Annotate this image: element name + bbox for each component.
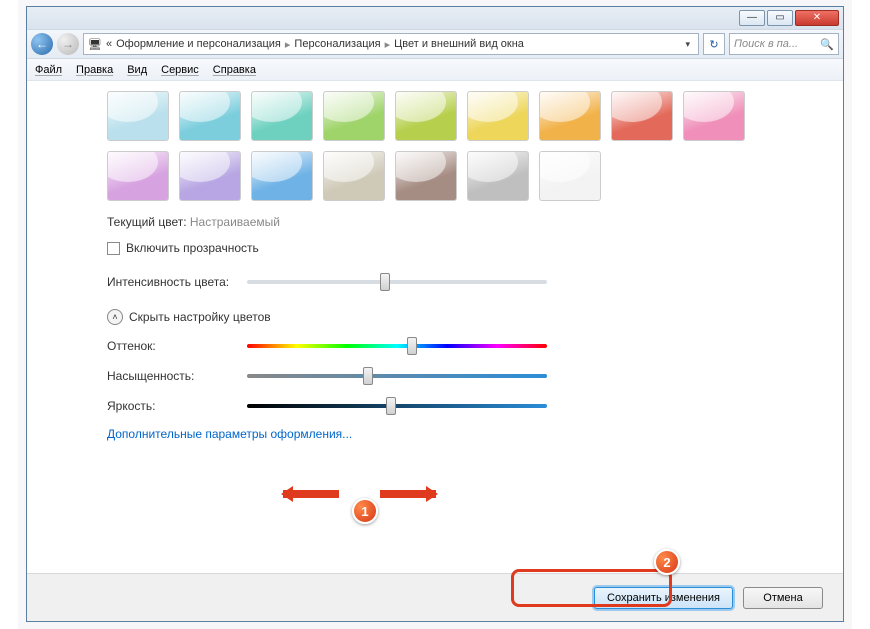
color-swatch[interactable] xyxy=(539,91,601,141)
nav-forward-button: → xyxy=(57,33,79,55)
hue-slider[interactable] xyxy=(247,337,547,355)
annotation-arrow-left xyxy=(283,490,339,498)
cancel-button[interactable]: Отмена xyxy=(743,587,823,609)
breadcrumb-personalization[interactable]: Персонализация xyxy=(294,38,380,50)
advanced-link-row: Дополнительные параметры оформления... xyxy=(107,427,823,441)
breadcrumb-prefix: « xyxy=(106,38,112,50)
annotation-marker-2: 2 xyxy=(654,549,680,575)
transparency-checkbox[interactable] xyxy=(107,242,120,255)
color-swatch[interactable] xyxy=(107,91,169,141)
brightness-row: Яркость: xyxy=(107,397,823,415)
address-row: ← → 🖥 « Оформление и персонализация ▸ Пе… xyxy=(27,29,843,59)
color-swatch[interactable] xyxy=(539,151,601,201)
saturation-label: Насыщенность: xyxy=(107,369,247,383)
color-swatch[interactable] xyxy=(107,151,169,201)
transparency-label: Включить прозрачность xyxy=(126,241,259,255)
current-color-value: Настраиваемый xyxy=(190,215,280,229)
menu-tools[interactable]: Сервис xyxy=(161,64,199,76)
hide-mixer-label: Скрыть настройку цветов xyxy=(129,310,271,324)
hue-row: Оттенок: xyxy=(107,337,823,355)
current-color-label: Текущий цвет: xyxy=(107,215,187,229)
hide-mixer-row[interactable]: ˄ Скрыть настройку цветов xyxy=(107,309,823,325)
titlebar: — ▭ ✕ xyxy=(27,7,843,29)
menu-help[interactable]: Справка xyxy=(213,64,256,76)
color-swatch[interactable] xyxy=(179,151,241,201)
dialog-footer: Сохранить изменения Отмена xyxy=(27,573,843,621)
chevron-up-icon[interactable]: ˄ xyxy=(107,309,123,325)
annotation-arrow-right xyxy=(380,490,436,498)
color-swatch[interactable] xyxy=(467,151,529,201)
saturation-slider[interactable] xyxy=(247,367,547,385)
color-swatch[interactable] xyxy=(395,151,457,201)
color-swatch[interactable] xyxy=(683,91,745,141)
maximize-button[interactable]: ▭ xyxy=(767,10,793,26)
color-swatch[interactable] xyxy=(323,151,385,201)
color-swatch[interactable] xyxy=(251,91,313,141)
intensity-slider[interactable] xyxy=(247,273,547,291)
breadcrumb-sep-icon: ▸ xyxy=(285,38,291,51)
color-swatch[interactable] xyxy=(467,91,529,141)
breadcrumb-appearance[interactable]: Оформление и персонализация xyxy=(116,38,281,50)
color-swatch[interactable] xyxy=(179,91,241,141)
menu-file[interactable]: Файл xyxy=(35,64,62,76)
close-button[interactable]: ✕ xyxy=(795,10,839,26)
color-swatch-grid xyxy=(107,91,747,201)
address-dropdown-icon[interactable]: ▾ xyxy=(681,39,694,50)
refresh-button[interactable]: ↻ xyxy=(703,33,725,55)
saturation-row: Насыщенность: xyxy=(107,367,823,385)
color-swatch[interactable] xyxy=(323,91,385,141)
search-icon: 🔍 xyxy=(820,38,834,51)
menu-edit[interactable]: Правка xyxy=(76,64,113,76)
minimize-button[interactable]: — xyxy=(739,10,765,26)
intensity-row: Интенсивность цвета: xyxy=(107,273,823,291)
annotation-marker-1: 1 xyxy=(352,498,378,524)
color-swatch[interactable] xyxy=(611,91,673,141)
breadcrumb-window-color[interactable]: Цвет и внешний вид окна xyxy=(394,38,524,50)
nav-back-button[interactable]: ← xyxy=(31,33,53,55)
menu-bar: Файл Правка Вид Сервис Справка xyxy=(27,59,843,81)
intensity-label: Интенсивность цвета: xyxy=(107,275,247,289)
breadcrumb-sep-icon: ▸ xyxy=(385,38,391,51)
window-frame: — ▭ ✕ ← → 🖥 « Оформление и персонализаци… xyxy=(26,6,844,622)
search-input[interactable]: Поиск в па... 🔍 xyxy=(729,33,839,55)
annotation-highlight-save xyxy=(511,569,672,607)
search-placeholder: Поиск в па... xyxy=(734,38,798,50)
brightness-slider[interactable] xyxy=(247,397,547,415)
current-color-row: Текущий цвет: Настраиваемый xyxy=(107,215,823,229)
advanced-appearance-link[interactable]: Дополнительные параметры оформления... xyxy=(107,427,352,441)
menu-view[interactable]: Вид xyxy=(127,64,147,76)
breadcrumb[interactable]: 🖥 « Оформление и персонализация ▸ Персон… xyxy=(83,33,699,55)
brightness-label: Яркость: xyxy=(107,399,247,413)
control-panel-icon: 🖥 xyxy=(88,38,102,51)
transparency-row[interactable]: Включить прозрачность xyxy=(107,241,823,255)
hue-label: Оттенок: xyxy=(107,339,247,353)
color-swatch[interactable] xyxy=(251,151,313,201)
color-swatch[interactable] xyxy=(395,91,457,141)
